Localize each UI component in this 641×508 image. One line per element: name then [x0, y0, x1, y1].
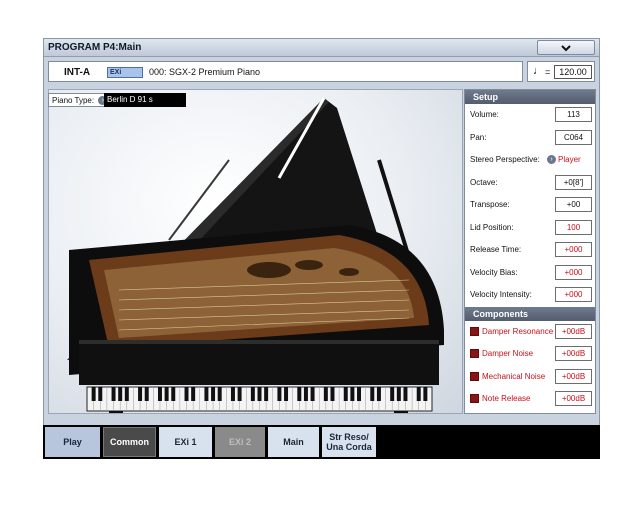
setup-value[interactable]: +000 [555, 287, 592, 302]
stereo-perspective-value[interactable]: › Player [547, 155, 581, 165]
page-menu-button[interactable] [537, 40, 595, 55]
title-bar: PROGRAM P4:Main [44, 39, 599, 57]
chevron-down-icon [561, 44, 571, 51]
piano-image [48, 89, 463, 414]
tab-str-reso-una-corda[interactable]: Str Reso/ Una Corda [322, 427, 376, 457]
setup-row: Lid Position: 100 [465, 217, 595, 240]
piano-type-caption: Piano Type: [52, 96, 95, 105]
piano-type-value[interactable]: Berlin D 91 s [104, 93, 186, 107]
component-label: Mechanical Noise [482, 371, 546, 381]
setup-label: Velocity Intensity: [470, 290, 532, 299]
checkbox-icon[interactable] [470, 349, 479, 358]
tab-main[interactable]: Main [268, 427, 319, 457]
setup-row: Transpose: +00 [465, 194, 595, 217]
setup-value[interactable]: +0[8'] [555, 174, 592, 190]
setup-row: Velocity Bias: +000 [465, 262, 595, 285]
component-row: Damper Resonance +00dB [465, 321, 595, 344]
arrow-right-icon[interactable]: › [547, 155, 556, 165]
component-row: Damper Noise +00dB [465, 343, 595, 366]
tempo-equals: = [545, 67, 551, 77]
setup-label: Velocity Bias: [470, 267, 518, 277]
setup-section: Volume: 113 Pan: C064 Stereo Perspective: › Pl… [465, 104, 595, 307]
component-value[interactable]: +00dB [555, 346, 592, 361]
tempo-value[interactable]: 120.00 [554, 65, 592, 79]
tab-play[interactable]: Play [45, 427, 100, 457]
page-title: PROGRAM P4:Main [48, 42, 142, 53]
setup-value[interactable]: +000 [555, 242, 592, 257]
component-label: Damper Resonance [482, 326, 554, 336]
component-value[interactable]: +00dB [555, 323, 592, 339]
engine-tag: EXi [107, 67, 143, 78]
setup-value[interactable]: C064 [555, 129, 592, 145]
tempo-box[interactable]: ♩ = 120.00 [527, 61, 595, 82]
tab-exi1[interactable]: EXi 1 [159, 427, 212, 457]
setup-value[interactable]: +00 [555, 197, 592, 212]
setup-row: Volume: 113 [465, 104, 595, 127]
checkbox-icon[interactable] [470, 326, 479, 336]
tab-common[interactable]: Common [103, 427, 156, 457]
setup-row: Octave: +0[8'] [465, 172, 595, 195]
stereo-perspective-text: Player [558, 155, 581, 164]
component-label: Note Release [482, 394, 531, 403]
setup-label: Stereo Perspective: [470, 155, 540, 164]
program-select-bar[interactable]: INT-A EXi 000: SGX-2 Premium Piano [48, 61, 523, 82]
checkbox-icon[interactable] [470, 371, 479, 381]
setup-label: Lid Position: [470, 222, 514, 232]
setup-label: Transpose: [470, 200, 510, 209]
bank-label: INT-A [64, 67, 91, 78]
grand-piano-illustration [67, 97, 444, 413]
setup-row: Stereo Perspective: › Player [465, 149, 595, 172]
setup-row: Velocity Intensity: +000 [465, 284, 595, 307]
component-label: Damper Noise [482, 349, 534, 358]
component-row: Mechanical Noise +00dB [465, 366, 595, 389]
setup-row: Release Time: +000 [465, 239, 595, 262]
component-row: Note Release +00dB [465, 388, 595, 411]
setup-value[interactable]: 113 [555, 107, 592, 122]
program-name: 000: SGX-2 Premium Piano [149, 67, 261, 77]
setup-row: Pan: C064 [465, 127, 595, 150]
setup-value[interactable]: 100 [555, 219, 592, 235]
setup-label: Volume: [470, 110, 499, 119]
setup-label: Octave: [470, 177, 498, 187]
parameter-panel: Setup Volume: 113 Pan: C064 Stereo Perspecti… [464, 89, 596, 414]
components-section: Damper Resonance +00dB Damper Noise +00dB Me… [465, 321, 595, 411]
setup-label: Pan: [470, 132, 487, 142]
quarter-note-icon: ♩ [533, 65, 544, 77]
component-value[interactable]: +00dB [555, 391, 592, 406]
setup-value[interactable]: +000 [555, 264, 592, 280]
component-value[interactable]: +00dB [555, 368, 592, 384]
setup-label: Release Time: [470, 245, 522, 254]
components-heading: Components [465, 306, 595, 321]
tab-exi2[interactable]: EXi 2 [215, 427, 265, 457]
setup-heading: Setup [465, 90, 595, 104]
bottom-tab-bar: Play Common EXi 1 EXi 2 Main Str Reso/ U… [43, 425, 600, 459]
checkbox-icon[interactable] [470, 394, 479, 403]
program-screen: PROGRAM P4:Main INT-A EXi 000: SGX-2 Pre… [43, 38, 600, 459]
